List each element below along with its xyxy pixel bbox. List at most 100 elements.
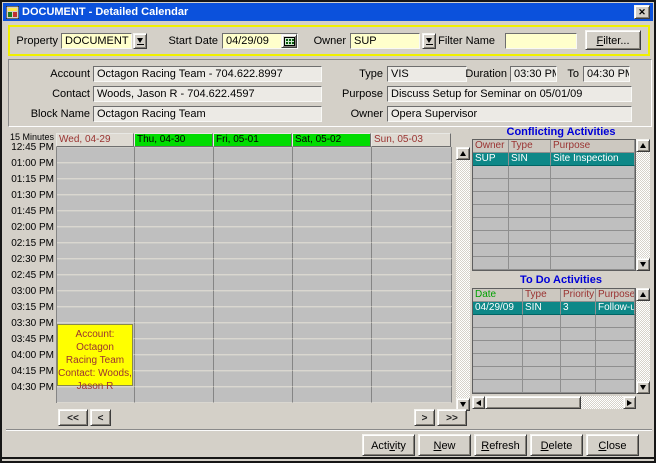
time-slot-cell[interactable] [57, 275, 135, 291]
time-slot-cell[interactable] [57, 163, 135, 179]
time-slot-cell[interactable] [293, 179, 372, 195]
time-slot-cell[interactable] [135, 387, 214, 403]
time-slot-cell[interactable] [372, 147, 452, 163]
time-slot-cell[interactable] [57, 307, 135, 323]
scroll-up-icon[interactable] [636, 288, 650, 301]
time-slot-cell[interactable] [372, 163, 452, 179]
scroll-up-icon[interactable] [456, 147, 470, 160]
time-slot-cell[interactable] [214, 211, 293, 227]
time-slot-cell[interactable] [135, 371, 214, 387]
table-row[interactable] [473, 341, 635, 354]
day-header[interactable]: Thu, 04-30 [134, 133, 213, 147]
next-day-button[interactable]: > [414, 409, 435, 426]
activity-button[interactable]: Activity [362, 434, 415, 456]
time-slot-cell[interactable] [293, 339, 372, 355]
calendar-event[interactable]: Account: OctagonRacing TeamContact: Wood… [57, 324, 133, 386]
time-slot-cell[interactable] [372, 291, 452, 307]
new-button[interactable]: New [418, 434, 471, 456]
property-field[interactable]: DOCUMENT [61, 33, 132, 49]
table-row[interactable] [473, 231, 635, 244]
time-slot-cell[interactable] [372, 195, 452, 211]
time-slot-cell[interactable] [293, 355, 372, 371]
titlebar[interactable]: DOCUMENT - Detailed Calendar ✕ [3, 3, 653, 21]
table-row[interactable] [473, 380, 635, 393]
time-slot-cell[interactable] [57, 147, 135, 163]
time-slot-cell[interactable] [372, 227, 452, 243]
time-slot-cell[interactable] [135, 307, 214, 323]
table-row[interactable] [473, 179, 635, 192]
scroll-track[interactable] [636, 301, 650, 381]
time-slot-cell[interactable] [57, 259, 135, 275]
table-row[interactable] [473, 328, 635, 341]
todo-vscrollbar[interactable] [636, 288, 650, 394]
time-slot-cell[interactable] [135, 227, 214, 243]
scroll-down-icon[interactable] [636, 381, 650, 394]
day-header[interactable]: Sat, 05-02 [292, 133, 371, 147]
property-dropdown-icon[interactable] [133, 33, 147, 49]
time-slot-cell[interactable] [135, 163, 214, 179]
scroll-track[interactable] [456, 160, 470, 398]
time-slot-cell[interactable] [293, 147, 372, 163]
owner-field[interactable]: SUP [350, 33, 420, 49]
table-row[interactable]: 04/29/09SIN3Follow-up [473, 302, 635, 315]
time-slot-cell[interactable] [372, 323, 452, 339]
time-slot-cell[interactable] [135, 259, 214, 275]
details-owner-field[interactable]: Opera Supervisor [387, 106, 632, 122]
todo-hscrollbar[interactable] [472, 396, 636, 409]
table-row[interactable] [473, 354, 635, 367]
scroll-left-icon[interactable] [472, 396, 485, 409]
time-slot-cell[interactable] [135, 179, 214, 195]
to-field[interactable]: 04:30 PM [583, 66, 630, 82]
scroll-track[interactable] [636, 152, 650, 258]
owner-dropdown-icon[interactable] [422, 33, 436, 49]
time-slot-cell[interactable] [214, 259, 293, 275]
table-row[interactable] [473, 367, 635, 380]
time-slot-cell[interactable] [293, 163, 372, 179]
time-slot-cell[interactable] [372, 259, 452, 275]
time-slot-cell[interactable] [57, 243, 135, 259]
time-slot-cell[interactable] [372, 211, 452, 227]
time-slot-cell[interactable] [293, 307, 372, 323]
time-slot-cell[interactable] [214, 307, 293, 323]
time-slot-cell[interactable] [214, 291, 293, 307]
scroll-track[interactable] [581, 396, 623, 409]
table-row[interactable] [473, 244, 635, 257]
time-slot-cell[interactable] [293, 227, 372, 243]
day-header[interactable]: Sun, 05-03 [371, 133, 451, 147]
time-slot-cell[interactable] [293, 259, 372, 275]
time-slot-cell[interactable] [214, 243, 293, 259]
time-slot-cell[interactable] [57, 179, 135, 195]
time-slot-cell[interactable] [135, 275, 214, 291]
time-slot-cell[interactable] [57, 291, 135, 307]
time-slot-cell[interactable] [372, 307, 452, 323]
time-slot-cell[interactable] [372, 179, 452, 195]
day-header[interactable]: Fri, 05-01 [213, 133, 292, 147]
time-slot-cell[interactable] [372, 371, 452, 387]
purpose-field[interactable]: Discuss Setup for Seminar on 05/01/09 [387, 86, 632, 102]
time-slot-cell[interactable] [135, 323, 214, 339]
table-row[interactable]: SUPSINSite Inspection [473, 153, 635, 166]
time-slot-cell[interactable] [372, 339, 452, 355]
delete-button[interactable]: Delete [530, 434, 583, 456]
time-slot-cell[interactable] [293, 387, 372, 403]
time-slot-cell[interactable] [214, 339, 293, 355]
calendar-picker-icon[interactable] [281, 34, 297, 48]
time-slot-cell[interactable] [293, 195, 372, 211]
next-page-button[interactable]: >> [437, 409, 467, 426]
time-slot-cell[interactable] [135, 339, 214, 355]
contact-field[interactable]: Woods, Jason R - 704.622.4597 [93, 86, 322, 102]
time-slot-cell[interactable] [214, 323, 293, 339]
time-slot-cell[interactable] [214, 179, 293, 195]
time-slot-cell[interactable] [372, 355, 452, 371]
calendar-vscrollbar[interactable] [456, 147, 470, 411]
block-name-field[interactable]: Octagon Racing Team [93, 106, 322, 122]
scroll-up-icon[interactable] [636, 139, 650, 152]
account-field[interactable]: Octagon Racing Team - 704.622.8997 [93, 66, 322, 82]
close-icon[interactable]: ✕ [634, 5, 650, 19]
type-field[interactable]: VIS [387, 66, 467, 82]
time-slot-cell[interactable] [135, 147, 214, 163]
time-slot-cell[interactable] [135, 291, 214, 307]
duration-field[interactable]: 03:30 PM [510, 66, 557, 82]
table-row[interactable] [473, 192, 635, 205]
time-slot-cell[interactable] [372, 243, 452, 259]
